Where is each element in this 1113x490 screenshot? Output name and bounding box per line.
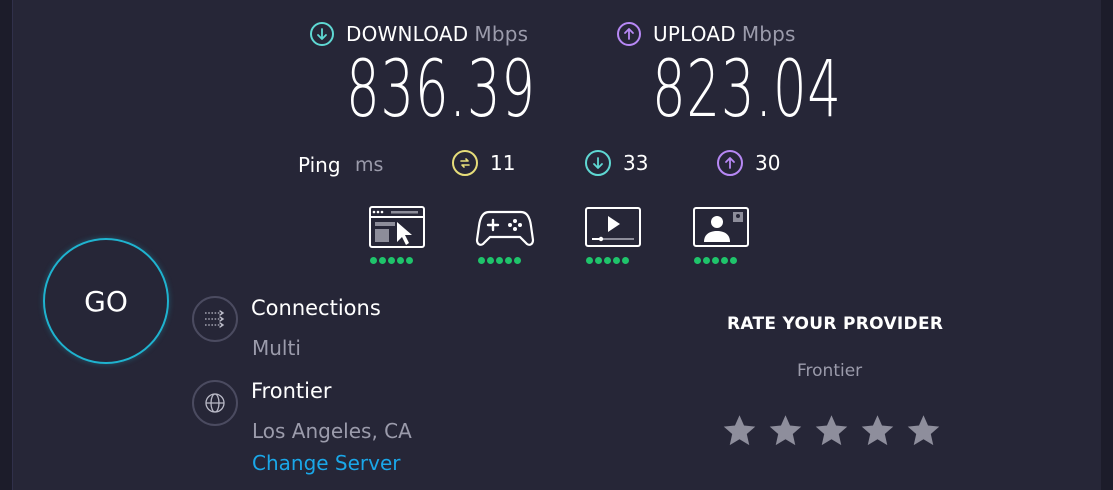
ping-idle-value: 11	[490, 151, 516, 175]
ping-unit: ms	[355, 154, 384, 176]
download-title: DOWNLOAD	[346, 22, 469, 46]
go-button[interactable]: GO	[43, 238, 169, 364]
rating-dot	[586, 257, 593, 264]
rating-dot	[370, 257, 377, 264]
star-icon[interactable]	[814, 413, 849, 448]
star-icon[interactable]	[906, 413, 941, 448]
rating-dot	[397, 257, 404, 264]
upload-arrow-icon	[717, 150, 743, 176]
rating-dot	[379, 257, 386, 264]
ping-idle-icon	[452, 150, 478, 176]
connections-title: Connections	[251, 296, 381, 320]
rating-dot	[478, 257, 485, 264]
rating-dot	[712, 257, 719, 264]
gaming-icon	[475, 204, 535, 252]
web-browsing-rating	[370, 257, 413, 264]
server-location: Los Angeles, CA	[252, 419, 412, 443]
web-browsing-icon	[367, 204, 427, 252]
star-rating	[722, 413, 941, 448]
rating-dot	[604, 257, 611, 264]
upload-title: UPLOAD	[653, 22, 736, 46]
download-value: 836.39	[346, 45, 536, 135]
download-unit: Mbps	[474, 22, 529, 46]
rating-dot	[703, 257, 710, 264]
ping-download: 33	[585, 150, 648, 176]
change-server-link[interactable]: Change Server	[252, 451, 401, 475]
rate-provider-name: Frontier	[797, 361, 863, 381]
rating-dot	[406, 257, 413, 264]
rating-dot	[487, 257, 494, 264]
rating-dot	[613, 257, 620, 264]
rate-provider-title: RATE YOUR PROVIDER	[727, 314, 944, 334]
video-chat-rating	[694, 257, 737, 264]
star-icon[interactable]	[860, 413, 895, 448]
gaming-rating	[478, 257, 521, 264]
download-arrow-icon	[310, 22, 334, 46]
download-header: DOWNLOAD Mbps	[310, 20, 528, 48]
star-icon[interactable]	[722, 413, 757, 448]
ping-upload-value: 30	[755, 151, 781, 175]
download-arrow-icon	[585, 150, 611, 176]
upload-header: UPLOAD Mbps	[617, 20, 796, 48]
video-streaming-rating	[586, 257, 629, 264]
rating-dot	[514, 257, 521, 264]
rating-dot	[595, 257, 602, 264]
star-icon[interactable]	[768, 413, 803, 448]
ping-upload: 30	[717, 150, 780, 176]
rating-dot	[388, 257, 395, 264]
video-chat-icon	[691, 204, 751, 252]
upload-unit: Mbps	[741, 22, 796, 46]
upload-value: 823.04	[652, 45, 842, 135]
connections-icon	[192, 296, 238, 342]
rating-dot	[721, 257, 728, 264]
globe-icon	[192, 380, 238, 426]
rating-dot	[505, 257, 512, 264]
video-streaming-icon	[583, 204, 643, 252]
ping-download-value: 33	[623, 151, 649, 175]
ping-row: Ping ms 11 33 30	[0, 150, 1113, 180]
rating-dot	[730, 257, 737, 264]
rating-dot	[496, 257, 503, 264]
ping-label: Ping	[298, 153, 341, 177]
rating-dot	[622, 257, 629, 264]
rating-dot	[694, 257, 701, 264]
ping-idle: 11	[452, 150, 515, 176]
upload-arrow-icon	[617, 22, 641, 46]
connections-value: Multi	[252, 336, 301, 360]
server-provider: Frontier	[251, 379, 332, 403]
